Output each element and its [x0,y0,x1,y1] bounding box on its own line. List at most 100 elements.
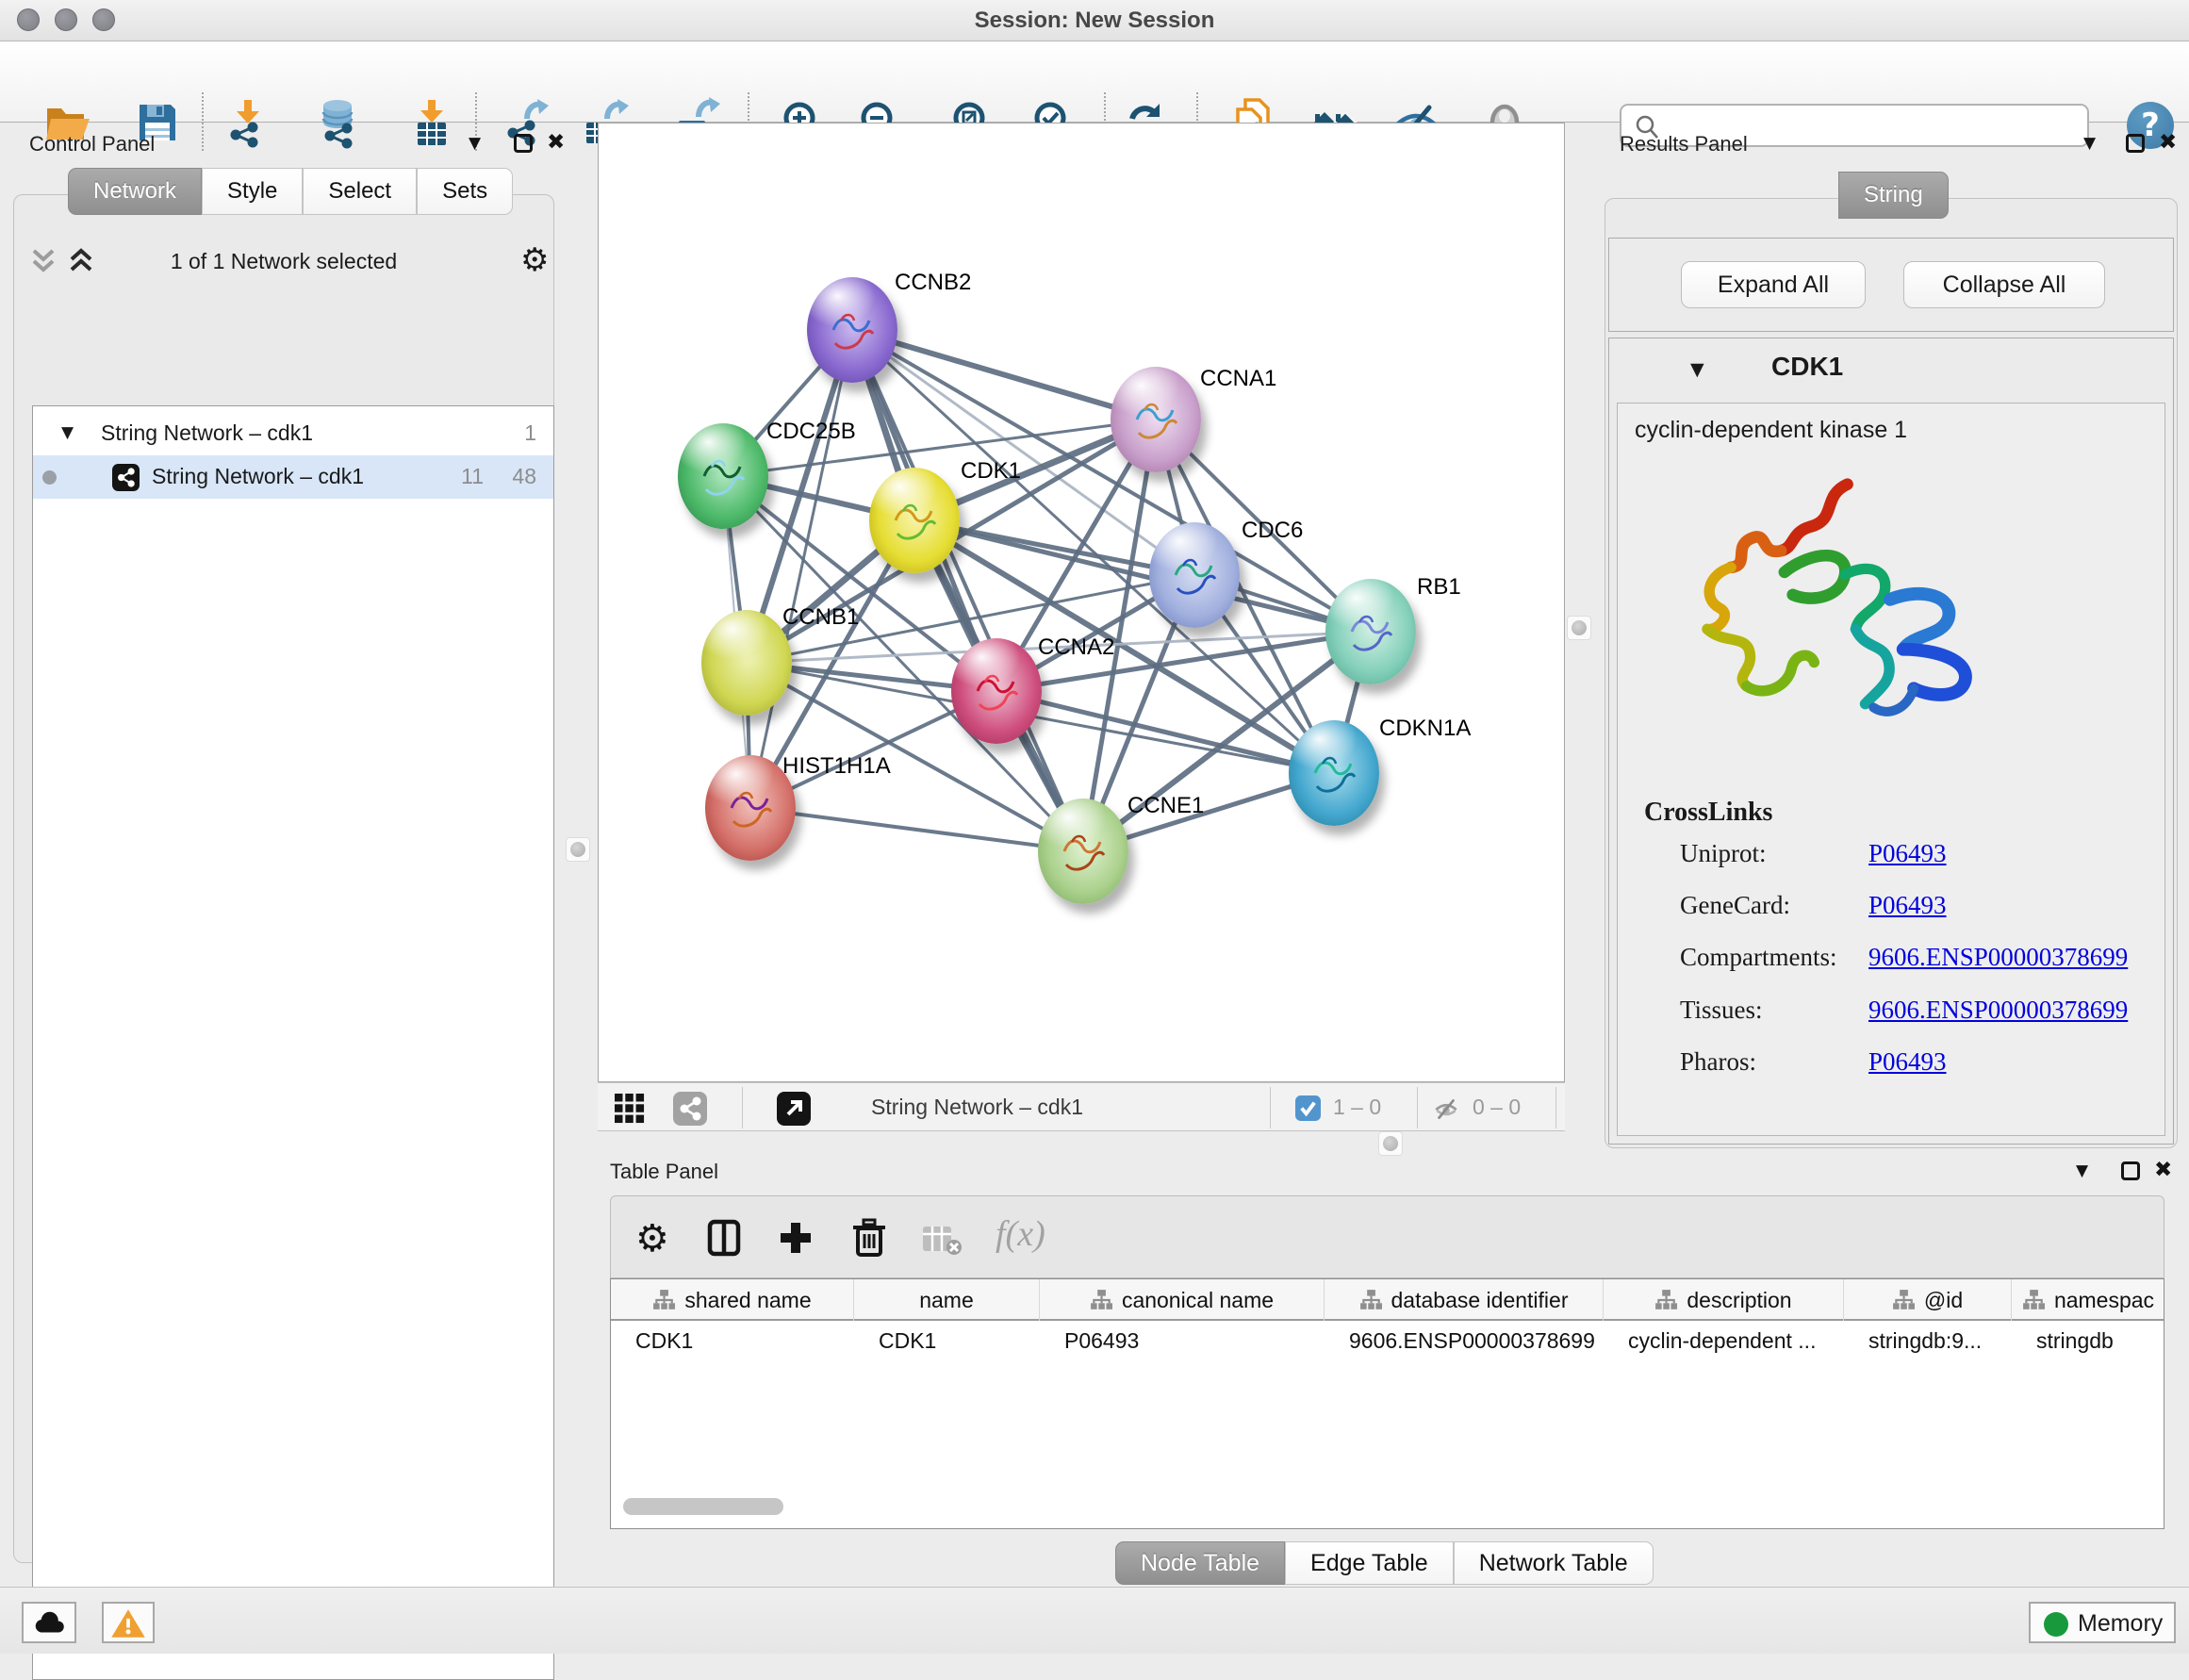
column-header-label: namespac [2054,1288,2154,1313]
tab-node-table[interactable]: Node Table [1115,1541,1285,1585]
tab-style[interactable]: Style [202,168,303,215]
table-panel-close-icon[interactable]: ✖ [2154,1158,2172,1182]
tab-network[interactable]: Network [68,168,202,215]
results-panel: Results Panel ▼ ✖ String Expand All Coll… [1605,123,2189,1152]
tab-select[interactable]: Select [303,168,417,215]
column-header-label: name [919,1288,974,1313]
results-panel-close-icon[interactable]: ✖ [2159,130,2177,155]
network-nodes-layer: CCNB2CCNA1CDC25BCDK1CDC6RB1CCNB1CCNA2CDK… [599,124,1565,1082]
column-header-namespac[interactable]: namespac [2012,1279,2164,1321]
network-row-selected[interactable]: String Network – cdk1 11 48 [33,455,553,499]
show-columns-icon[interactable] [705,1219,743,1257]
table-header-row: shared name name canonical namedatabase id… [611,1279,2164,1321]
gene-section-expand-icon[interactable]: ▼ [1690,359,1704,380]
left-splitter-handle[interactable] [566,837,590,862]
control-panel-collapse-icon[interactable]: ▼ [469,134,481,153]
column-header-shared-name[interactable]: shared name [611,1279,854,1321]
gene-details-box: cyclin-dependent kinase 1 CrossLinks [1617,403,2165,1136]
table-cell[interactable]: CDK1 [611,1321,854,1360]
table-cell[interactable]: P06493 [1040,1321,1325,1360]
expand-all-button[interactable]: Expand All [1681,261,1866,308]
column-header-canonical-name[interactable]: canonical name [1040,1279,1325,1321]
create-column-plus-icon[interactable] [777,1219,815,1257]
tab-string-results[interactable]: String [1838,172,1949,219]
cloud-icon [30,1608,68,1637]
network-selected-count: 1 of 1 Network selected [9,249,558,274]
network-node-label-CCNB2: CCNB2 [895,270,971,296]
column-namespace-icon [652,1289,675,1311]
table-cell[interactable]: stringdb:9... [1844,1321,2012,1360]
protein-ribbon-thumbnail [884,488,945,556]
network-node-RB1[interactable] [1325,579,1416,684]
hidden-node-edge-counts: 0 – 0 [1473,1095,1521,1120]
gene-symbol: CDK1 [1771,352,1843,382]
network-view-canvas[interactable]: CCNB2CCNA1CDC25BCDK1CDC6RB1CCNB1CCNA2CDK… [598,123,1565,1082]
cloud-button[interactable] [22,1602,76,1643]
protein-ribbon-thumbnail [1164,543,1225,611]
table-panel-float-icon[interactable] [2121,1161,2140,1180]
crosslink-link[interactable]: 9606.ENSP00000378699 [1868,996,2128,1025]
network-node-CCNB1[interactable] [701,610,792,716]
tab-sets[interactable]: Sets [417,168,513,215]
control-panel-close-icon[interactable]: ✖ [547,130,565,155]
column-header--id[interactable]: @id [1844,1279,2012,1321]
results-panel-float-icon[interactable] [2126,134,2145,153]
delete-column-trash-icon[interactable] [850,1217,888,1259]
network-node-CCNE1[interactable] [1038,799,1128,904]
crosslink-link[interactable]: P06493 [1868,891,1947,920]
network-options-gear-icon[interactable]: ⚙ [520,241,549,279]
results-panel-title: Results Panel [1620,132,1748,156]
column-header-name[interactable]: name [854,1279,1040,1321]
network-node-CCNB2[interactable] [807,277,897,383]
column-header-description[interactable]: description [1604,1279,1844,1321]
tree-expand-icon[interactable]: ▼ [61,423,74,442]
crosslink-link[interactable]: 9606.ENSP00000378699 [1868,943,2128,972]
birds-eye-view-icon[interactable] [777,1092,811,1126]
network-node-CDK1[interactable] [869,468,960,573]
crosslink-link[interactable]: P06493 [1868,839,1947,868]
column-namespace-icon [1654,1289,1677,1311]
network-node-CCNA2[interactable] [951,638,1042,744]
control-panel-title: Control Panel [29,132,155,156]
collapse-all-button[interactable]: Collapse All [1903,261,2105,308]
table-options-gear-icon[interactable]: ⚙ [635,1217,669,1260]
network-node-CDKN1A[interactable] [1289,720,1379,826]
warnings-button[interactable] [102,1602,155,1643]
tab-network-table[interactable]: Network Table [1454,1541,1654,1585]
crosslink-link[interactable]: P06493 [1868,1047,1947,1077]
table-cell[interactable]: CDK1 [854,1321,1040,1360]
table-row[interactable]: CDK1CDK1P064939606.ENSP00000378699cyclin… [611,1321,2164,1360]
table-cell[interactable]: stringdb [2012,1321,2164,1360]
network-node-label-CCNE1: CCNE1 [1127,793,1204,819]
table-cell[interactable]: 9606.ENSP00000378699 [1325,1321,1604,1360]
network-node-label-CDK1: CDK1 [961,458,1021,485]
network-node-label-HIST1H1A: HIST1H1A [782,753,891,780]
memory-button[interactable]: Memory [2029,1602,2176,1643]
table-tabs: Node Table Edge Table Network Table [1115,1541,1654,1585]
network-node-CDC25B[interactable] [678,423,768,529]
protein-ribbon-thumbnail [693,444,753,512]
memory-label: Memory [2078,1610,2163,1638]
network-node-CDC6[interactable] [1149,522,1240,628]
tab-edge-table[interactable]: Edge Table [1285,1541,1454,1585]
control-panel-float-icon[interactable] [514,134,533,153]
results-panel-collapse-icon[interactable]: ▼ [2083,134,2096,153]
network-node-CCNA1[interactable] [1111,367,1201,472]
app-statusbar: Memory [0,1587,2189,1654]
column-header-database-identifier[interactable]: database identifier [1325,1279,1604,1321]
column-namespace-icon [1090,1289,1112,1311]
table-hscrollbar[interactable] [623,1498,783,1515]
network-node-label-CCNA1: CCNA1 [1200,366,1276,392]
string-network-icon [112,464,140,491]
share-network-icon-disabled [673,1092,707,1126]
crosslinks-title: CrossLinks [1644,798,1772,828]
right-splitter-handle[interactable] [1567,616,1591,640]
network-node-label-CCNA2: CCNA2 [1038,634,1114,661]
network-collection-row[interactable]: ▼ String Network – cdk1 1 [33,412,553,455]
network-node-count: 11 [461,464,484,489]
selected-checkbox-icon[interactable] [1295,1095,1321,1121]
table-cell[interactable]: cyclin-dependent ... [1604,1321,1844,1360]
crosslink-row: GeneCard: P06493 [1680,891,1790,920]
grid-view-icon[interactable] [615,1094,645,1124]
table-panel-collapse-icon[interactable]: ▼ [2076,1161,2088,1180]
